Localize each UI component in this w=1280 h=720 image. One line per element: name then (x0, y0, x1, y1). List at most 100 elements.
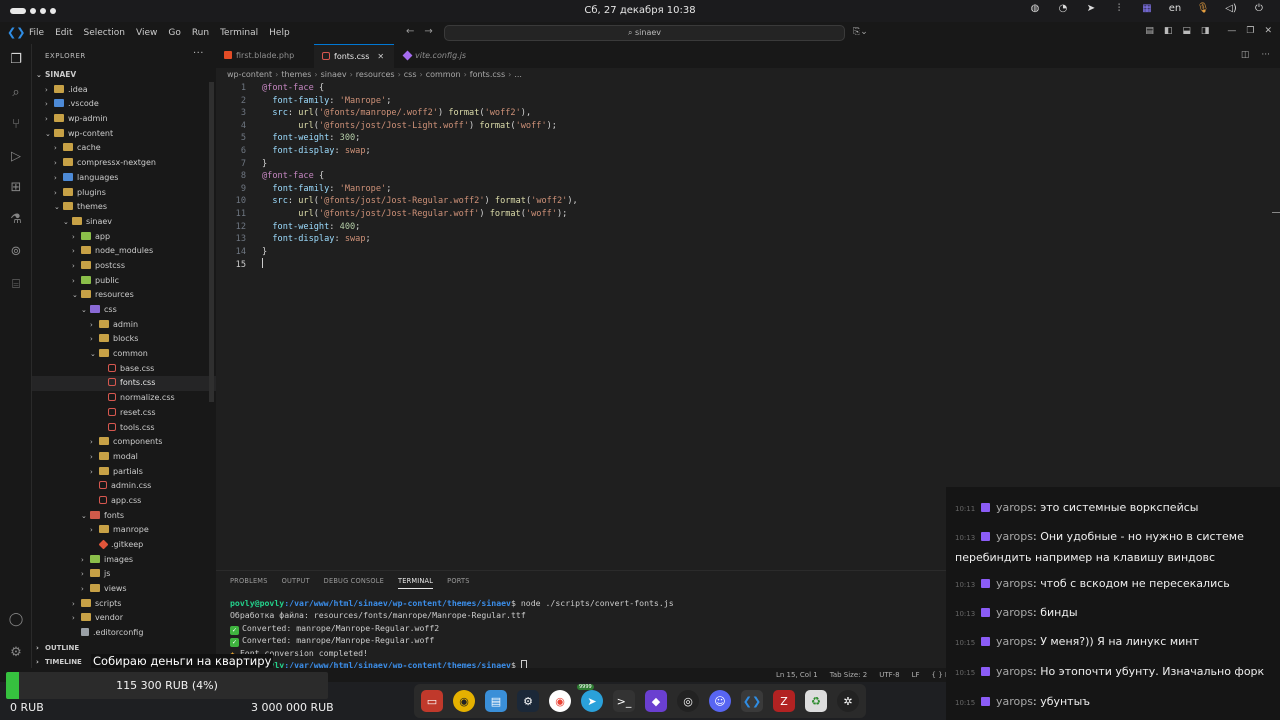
menu-view[interactable]: View (136, 28, 157, 38)
folder-item[interactable]: ⌄ common (32, 347, 216, 362)
code-line[interactable]: 4 url('@fonts/jost/Jost-Light.woff') for… (216, 120, 1280, 133)
testing-icon[interactable]: ⚗ (7, 211, 25, 229)
power-icon[interactable]: ⏻ (1252, 3, 1266, 14)
workspace-root[interactable]: ⌄ SINAEV (32, 68, 216, 83)
folder-item[interactable]: › plugins (32, 186, 216, 201)
document-viewer-icon[interactable]: ▤ (485, 690, 507, 712)
code-line[interactable]: 7} (216, 158, 1280, 171)
steam-icon[interactable]: ⚙ (517, 690, 539, 712)
sidebar-scrollbar[interactable] (209, 82, 214, 402)
tab-first-blade[interactable]: first.blade.php (216, 44, 312, 68)
folder-item[interactable]: › partials (32, 465, 216, 480)
folder-item[interactable]: › components (32, 435, 216, 450)
encoding[interactable]: UTF-8 (879, 671, 899, 679)
code-line[interactable]: 5 font-weight: 300; (216, 132, 1280, 145)
back-arrow-icon[interactable]: ← (406, 26, 414, 37)
folder-item[interactable]: ⌄ resources (32, 288, 216, 303)
folder-item[interactable]: › manrope (32, 523, 216, 538)
code-line[interactable]: 10 src: url('@fonts/jost/Jost-Regular.wo… (216, 195, 1280, 208)
folder-item[interactable]: › cache (32, 141, 216, 156)
file-item[interactable]: tools.css (32, 421, 216, 436)
breadcrumb-item[interactable]: sinaev (321, 70, 347, 79)
folder-item[interactable]: › public (32, 274, 216, 289)
code-line[interactable]: 8 @font-face { (216, 170, 1280, 183)
menu-help[interactable]: Help (269, 28, 290, 38)
command-center-search[interactable]: ⌕ sinaev (444, 25, 845, 41)
settings-gear-icon[interactable]: ⚙ (7, 644, 25, 662)
equalizer-icon[interactable]: ⫶ (1112, 3, 1126, 14)
code-line[interactable]: 11 url('@fonts/jost/Jost-Regular.woff') … (216, 208, 1280, 221)
files-app-icon[interactable]: ▭ (421, 690, 443, 712)
folder-item[interactable]: › images (32, 553, 216, 568)
rhythmbox-icon[interactable]: ◉ (453, 690, 475, 712)
keyboard-layout[interactable]: en (1168, 3, 1182, 14)
discord-icon[interactable]: ☺ (709, 690, 731, 712)
breadcrumb-item[interactable]: fonts.css (470, 70, 505, 79)
minimize-icon[interactable]: — (1227, 26, 1236, 36)
file-item[interactable]: base.css (32, 362, 216, 377)
code-editor[interactable]: 1 @font-face {2 font-family: 'Manrope'; 3 … (216, 82, 1280, 271)
toggle-secondary-icon[interactable]: ◨ (1201, 26, 1210, 36)
breadcrumb-item[interactable]: common (426, 70, 461, 79)
search-activity-icon[interactable]: ⌕ (7, 84, 25, 102)
trash-icon[interactable]: ♻ (805, 690, 827, 712)
opera-icon[interactable]: ◍ (1028, 3, 1042, 14)
folder-item[interactable]: › views (32, 582, 216, 597)
grid-icon[interactable]: ▦ (1140, 3, 1154, 14)
folder-item[interactable]: › js (32, 567, 216, 582)
file-item[interactable]: .gitkeep (32, 538, 216, 553)
run-debug-icon[interactable]: ▷ (7, 148, 25, 166)
telegram-app-icon[interactable]: 9999 ➤ (577, 684, 603, 712)
folder-item[interactable]: › .vscode (32, 97, 216, 112)
menu-file[interactable]: File (29, 28, 44, 38)
folder-item[interactable]: › app (32, 230, 216, 245)
folder-item[interactable]: › blocks (32, 332, 216, 347)
breadcrumb-item[interactable]: wp-content (227, 70, 272, 79)
obs-studio-icon[interactable]: ◎ (677, 690, 699, 712)
volume-icon[interactable]: ◁) (1224, 3, 1238, 14)
extensions-icon[interactable]: ⊞ (7, 179, 25, 197)
terminal[interactable]: povly@povly:/var/www/html/sinaev/wp-cont… (230, 597, 674, 671)
folder-item[interactable]: ⌄ fonts (32, 509, 216, 524)
tab-vite-config[interactable]: vite.config.js (396, 44, 486, 68)
folder-item[interactable]: › wp-admin (32, 112, 216, 127)
breadcrumb-item[interactable]: themes (281, 70, 311, 79)
code-line[interactable]: 9 font-family: 'Manrope'; (216, 183, 1280, 196)
database-icon[interactable]: ⌸ (7, 276, 25, 294)
folder-item[interactable]: › vendor (32, 611, 216, 626)
tab-output[interactable]: OUTPUT (282, 577, 310, 589)
breadcrumb-item[interactable]: ... (514, 70, 522, 79)
folder-item[interactable]: › node_modules (32, 244, 216, 259)
file-item[interactable]: .editorconfig (32, 626, 216, 641)
forward-arrow-icon[interactable]: → (424, 26, 432, 37)
remote-explorer-icon[interactable]: ⊚ (7, 243, 25, 261)
breadcrumb-item[interactable]: css (404, 70, 417, 79)
explorer-icon[interactable]: ❐ (7, 51, 25, 69)
tab-fonts-css[interactable]: fonts.css ✕ (314, 44, 394, 68)
obsidian-icon[interactable]: ◆ (645, 690, 667, 712)
filezilla-icon[interactable]: Z (773, 690, 795, 712)
terminal-app-icon[interactable]: >_ (613, 690, 635, 712)
close-window-icon[interactable]: ✕ (1264, 26, 1272, 36)
folder-item[interactable]: › scripts (32, 597, 216, 612)
more-actions-icon[interactable]: ··· (193, 48, 204, 59)
account-icon[interactable]: ◯ (7, 611, 25, 629)
menu-terminal[interactable]: Terminal (220, 28, 258, 38)
tab-terminal[interactable]: TERMINAL (398, 577, 434, 589)
code-line[interactable]: 13 font-display: swap; (216, 233, 1280, 246)
toggle-sidebar-icon[interactable]: ◧ (1164, 26, 1173, 36)
file-item[interactable]: app.css (32, 494, 216, 509)
file-item[interactable]: fonts.css (32, 376, 216, 392)
close-tab-icon[interactable]: ✕ (377, 52, 384, 61)
menu-run[interactable]: Run (192, 28, 209, 38)
chrome-icon[interactable]: ◉ (549, 690, 571, 712)
copilot-icon[interactable]: ⎘⌄ (853, 27, 868, 37)
file-item[interactable]: reset.css (32, 406, 216, 421)
refresh-icon[interactable]: ◔ (1056, 3, 1070, 14)
microphone-icon[interactable]: 🎙 (1196, 3, 1210, 14)
layout-customize-icon[interactable]: ▤ (1145, 26, 1154, 36)
breadcrumb-item[interactable]: resources (356, 70, 395, 79)
folder-item[interactable]: › compressx-nextgen (32, 156, 216, 171)
file-item[interactable]: normalize.css (32, 391, 216, 406)
code-line[interactable]: 2 font-family: 'Manrope'; (216, 95, 1280, 108)
